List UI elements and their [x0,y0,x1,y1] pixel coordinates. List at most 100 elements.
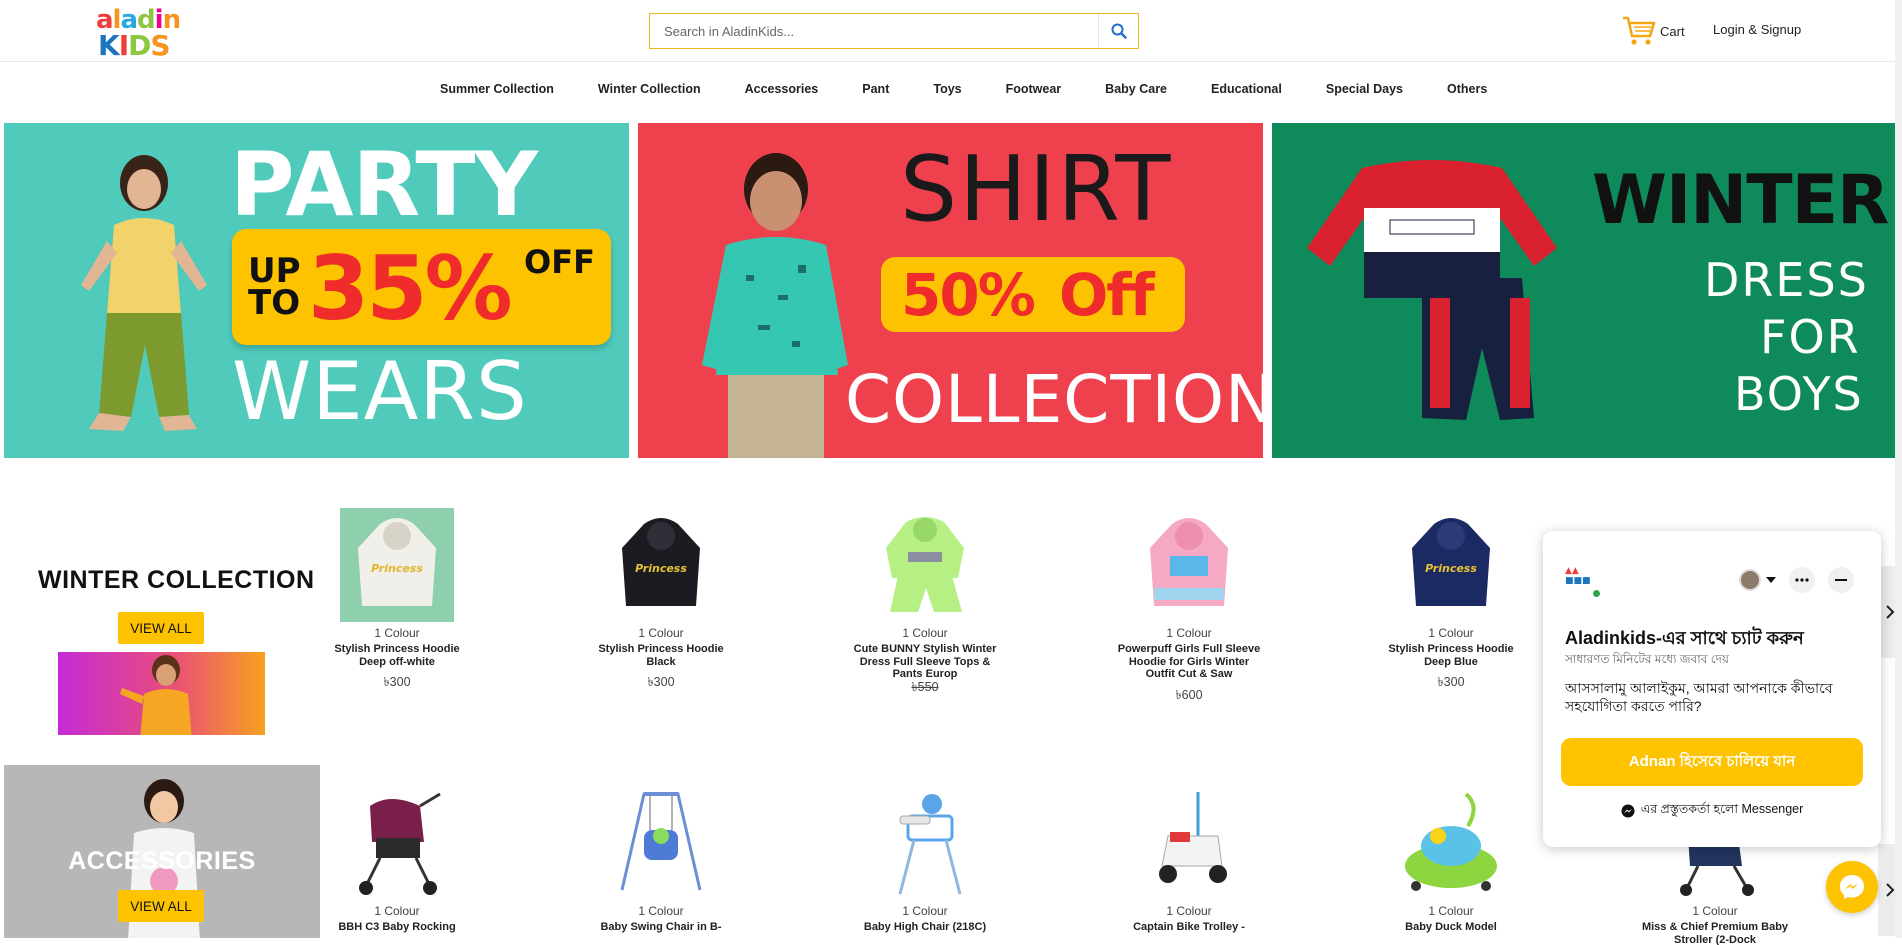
chevron-right-icon [1886,605,1895,619]
product-image [868,786,982,900]
nav-item-footwear[interactable]: Footwear [1006,82,1062,96]
site-header: aladin KIDS Cart Login & Signup [0,0,1902,62]
banner-party-promo-box: UP TO 35% OFF [232,229,611,345]
product-image [340,786,454,900]
search-button[interactable] [1098,14,1138,48]
product-image [1132,786,1246,900]
product-price: ৳300 [647,675,675,689]
online-status-dot [1591,588,1602,599]
product-image: Princess [340,508,454,622]
banner-party-wears[interactable]: PARTY UP TO 35% OFF WEARS [4,123,629,458]
cart-icon [1623,16,1656,45]
aladin-kids-logo[interactable]: aladin KIDS [96,5,181,62]
logo-line-kids: KIDS [98,29,171,62]
product-card[interactable]: 1 Colour Powerpuff Girls Full Sleeve Hoo… [1114,508,1264,707]
product-colour-count: 1 Colour [902,904,948,918]
product-colour-count: 1 Colour [1692,904,1738,918]
logo-letter: K [98,29,120,62]
accessories-heading: ACCESSORIES [68,847,256,875]
accessories-view-all-button[interactable]: VIEW ALL [118,890,204,922]
logo-letter: S [150,29,170,62]
chevron-down-icon [1765,577,1776,583]
swing-chair-image [620,792,702,891]
search-input[interactable] [650,14,1098,48]
chevron-right-icon [1886,883,1895,897]
winter-view-all-button[interactable]: VIEW ALL [118,612,204,644]
product-colour-count: 1 Colour [1166,904,1212,918]
banner-shirt-collection-word: COLLECTION [845,361,1263,438]
product-name: Stylish Princess Hoodie Deep Blue [1388,643,1514,668]
product-name: Miss & Chief Premium Baby Stroller (2-Do… [1641,921,1789,945]
boy-pointing-image [120,655,192,735]
login-signup-link[interactable]: Login & Signup [1713,22,1801,37]
svg-text:Princess: Princess [371,562,423,575]
hoodie-image: Princess [358,518,436,606]
winter-outfit-image [1307,160,1557,420]
product-name: Powerpuff Girls Full Sleeve Hoodie for G… [1117,643,1261,680]
nav-item-educational[interactable]: Educational [1211,82,1282,96]
product-card[interactable]: Princess 1 Colour Stylish Princess Hoodi… [586,508,736,694]
chat-more-options-button[interactable] [1789,567,1815,593]
product-card[interactable]: Princess 1 Colour Stylish Princess Hoodi… [322,508,472,694]
chat-response-time: সাধারণত মিনিটের মধ্যে জবাব দেয় [1565,652,1729,666]
high-chair-image [898,794,962,895]
product-name: Captain Bike Trolley - [1133,921,1245,933]
stroller-image [359,792,441,895]
product-card[interactable]: 1 Colour Baby Duck Model [1376,786,1526,934]
banner-party-to: TO [248,283,301,323]
product-image [1394,786,1508,900]
nav-item-summer-collection[interactable]: Summer Collection [440,82,554,96]
category-nav: Summer Collection Winter Collection Acce… [0,62,1902,117]
product-colour-count: 1 Colour [1428,904,1474,918]
product-name: Cute BUNNY Stylish Winter Dress Full Sle… [853,643,997,680]
bunny-outfit-image [886,517,964,612]
hoodie-image: Princess [622,518,700,606]
search-icon [1111,23,1127,39]
nav-item-winter-collection[interactable]: Winter Collection [598,82,701,96]
product-colour-count: 1 Colour [638,904,684,918]
chat-greeting-message: আসসালামু আলাইকুম, আমরা আপনাকে কীভাবে সহয… [1565,680,1833,714]
product-image: Princess [604,508,718,622]
svg-text:Princess: Princess [635,562,687,575]
page-scrollbar[interactable] [1895,0,1902,938]
messenger-icon [1621,804,1635,818]
product-card[interactable]: Princess 1 Colour Stylish Princess Hoodi… [1376,508,1526,694]
nav-item-baby-care[interactable]: Baby Care [1105,82,1167,96]
banner-shirt-promo-box: 50% Off [881,257,1185,332]
messenger-chat-widget: ▲▲ ■■■ Aladinkids-এর সাথে চ্যাট করুন সাধ… [1543,531,1881,847]
winter-collection-promo-image[interactable] [58,652,265,735]
banner-winter-title: WINTER [1592,161,1889,240]
baby-walker-image [1405,792,1497,891]
nav-item-pant[interactable]: Pant [862,82,889,96]
chat-minimize-button[interactable] [1828,567,1854,593]
banner-shirt-collection[interactable]: SHIRT 50% Off COLLECTION [638,123,1263,458]
nav-item-others[interactable]: Others [1447,82,1487,96]
messenger-fab-button[interactable] [1826,861,1878,913]
product-card[interactable]: 1 Colour Captain Bike Trolley - [1114,786,1264,934]
messenger-icon [1840,875,1864,899]
product-card[interactable]: 1 Colour Cute BUNNY Stylish Winter Dress… [850,508,1000,699]
continue-as-button[interactable]: Adnan হিসেবে চালিয়ে যান [1561,738,1863,786]
product-card[interactable]: 1 Colour Baby High Chair (218C) [850,786,1000,934]
nav-item-toys[interactable]: Toys [933,82,961,96]
cart-link[interactable]: Cart [1622,14,1685,48]
product-colour-count: 1 Colour [1166,626,1212,640]
hoodie-image [1150,518,1228,606]
account-switcher[interactable] [1735,567,1781,593]
girl-model-image [81,155,207,431]
product-name: BBH C3 Baby Rocking [338,921,456,933]
product-name: Baby High Chair (218C) [863,921,987,933]
nav-item-special-days[interactable]: Special Days [1326,82,1403,96]
banner-party-wears: WEARS [232,345,528,438]
product-card[interactable]: 1 Colour Baby Swing Chair in B- [586,786,736,934]
svg-text:Princess: Princess [1425,562,1477,575]
banner-winter-boys: BOYS [1734,367,1864,421]
banner-winter-dress: DRESS [1704,253,1869,307]
banner-winter-dress-boys[interactable]: WINTER DRESS FOR BOYS [1272,123,1897,458]
nav-item-accessories[interactable]: Accessories [745,82,819,96]
product-card[interactable]: 1 Colour BBH C3 Baby Rocking [322,786,472,934]
product-name: Baby Swing Chair in B- [600,921,722,933]
banner-shirt-off: Off [1059,261,1155,329]
product-image [1132,508,1246,622]
product-name: Baby Duck Model [1405,921,1497,933]
